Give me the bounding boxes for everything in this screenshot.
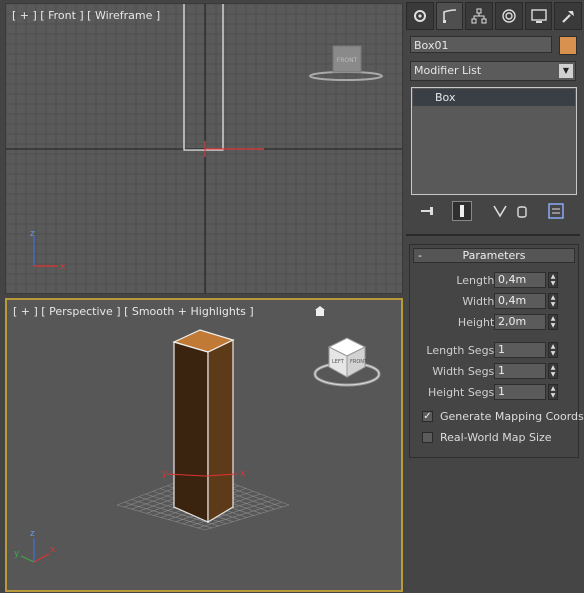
length-segs-input[interactable]: 1	[494, 342, 546, 358]
parameters-rollout-header[interactable]: - Parameters	[413, 248, 575, 263]
width-label: Width:	[462, 295, 498, 308]
chevron-down-icon: ▼	[559, 64, 573, 78]
persp-tripod-z-label: z	[30, 529, 35, 539]
height-segs-row: Height Segs: 1 ▲ ▼	[410, 384, 580, 401]
parameters-rollout: - Parameters Length: 0,4m ▲ ▼ Width: 0,4m…	[409, 244, 584, 458]
hierarchy-icon	[471, 8, 487, 24]
command-panel: Box01 Modifier List ▼ Box - Parameters L…	[404, 0, 584, 593]
display-icon	[530, 9, 547, 23]
object-color-swatch[interactable]	[559, 36, 577, 55]
length-label: Length:	[456, 274, 498, 287]
width-row: Width: 0,4m ▲ ▼	[410, 293, 580, 310]
length-segs-label: Length Segs:	[426, 344, 498, 357]
remove-modifier-icon[interactable]	[512, 201, 532, 221]
parameters-title: Parameters	[462, 249, 526, 262]
front-viewport-label[interactable]: [ + ] [ Front ] [ Wireframe ]	[12, 9, 160, 22]
width-segs-label: Width Segs:	[432, 365, 498, 378]
height-label: Height:	[457, 316, 498, 329]
command-panel-tabs	[406, 2, 583, 30]
length-spinner[interactable]: ▲ ▼	[548, 272, 558, 288]
motion-tab[interactable]	[495, 2, 523, 30]
height-segs-input[interactable]: 1	[494, 384, 546, 400]
height-spinner[interactable]: ▲ ▼	[548, 314, 558, 330]
panel-divider	[406, 234, 580, 236]
front-tripod-z-label: z	[30, 229, 35, 239]
modify-tab[interactable]	[435, 2, 464, 30]
modifier-stack[interactable]: Box	[411, 87, 577, 195]
length-row: Length: 0,4m ▲ ▼	[410, 272, 580, 289]
viewcube-front-face: FRONT	[350, 359, 368, 365]
show-end-result-icon[interactable]	[452, 201, 472, 221]
length-segs-row: Length Segs: 1 ▲ ▼	[410, 342, 580, 359]
real-world-map-size-checkbox[interactable]	[422, 432, 433, 443]
front-viewport[interactable]: FRONT z x [ + ] [ Front ] [ Wireframe ]	[5, 3, 403, 294]
modifier-list-dropdown[interactable]: Modifier List ▼	[410, 61, 576, 81]
generate-mapping-label: Generate Mapping Coords.	[440, 410, 584, 423]
motion-icon	[502, 9, 516, 23]
create-icon	[413, 10, 426, 22]
perspective-scene: x y z x y FRONT LEFT	[14, 306, 381, 563]
width-segs-row: Width Segs: 1 ▲ ▼	[410, 363, 580, 380]
modify-icon	[442, 9, 456, 23]
collapse-icon: -	[418, 249, 422, 262]
stack-item-box[interactable]: Box	[413, 89, 575, 106]
box-axis-y-label: y	[162, 469, 168, 479]
persp-tripod-y-label: y	[14, 549, 20, 559]
perspective-viewport[interactable]: x y z x y FRONT LEFT [ + ] [ Perspective…	[5, 298, 403, 592]
make-unique-icon[interactable]	[490, 201, 510, 221]
front-grid: FRONT z x	[6, 4, 402, 293]
viewcube[interactable]: FRONT LEFT	[313, 337, 381, 387]
width-spinner[interactable]: ▲ ▼	[548, 293, 558, 309]
real-world-map-size-label: Real-World Map Size	[440, 431, 552, 444]
width-input[interactable]: 0,4m	[494, 293, 546, 309]
persp-tripod-x-label: x	[50, 545, 56, 555]
modifier-list-label: Modifier List	[414, 64, 482, 77]
height-input[interactable]: 2,0m	[494, 314, 546, 330]
front-viewcube-label: FRONT	[337, 57, 358, 64]
utilities-icon	[562, 11, 575, 23]
home-icon[interactable]	[315, 306, 325, 316]
width-segs-spinner[interactable]: ▲ ▼	[548, 363, 558, 379]
front-tripod-x-label: x	[60, 262, 66, 272]
width-segs-input[interactable]: 1	[494, 363, 546, 379]
utilities-tab[interactable]	[554, 2, 583, 30]
height-row: Height: 2,0m ▲ ▼	[410, 314, 580, 331]
modifier-stack-tools	[414, 201, 574, 221]
length-segs-spinner[interactable]: ▲ ▼	[548, 342, 558, 358]
generate-mapping-checkbox[interactable]: ✓	[422, 411, 433, 422]
perspective-viewport-label[interactable]: [ + ] [ Perspective ] [ Smooth + Highlig…	[13, 305, 254, 318]
height-segs-label: Height Segs:	[427, 386, 498, 399]
viewcube-left-face: LEFT	[332, 359, 345, 365]
height-segs-spinner[interactable]: ▲ ▼	[548, 384, 558, 400]
display-tab[interactable]	[524, 2, 553, 30]
object-name-field[interactable]: Box01	[410, 36, 552, 53]
box-axis-x-label: x	[240, 469, 246, 479]
hierarchy-tab[interactable]	[465, 2, 494, 30]
length-input[interactable]: 0,4m	[494, 272, 546, 288]
configure-modifier-sets-icon[interactable]	[546, 201, 566, 221]
pin-stack-icon[interactable]	[418, 201, 438, 221]
create-tab[interactable]	[406, 2, 434, 30]
